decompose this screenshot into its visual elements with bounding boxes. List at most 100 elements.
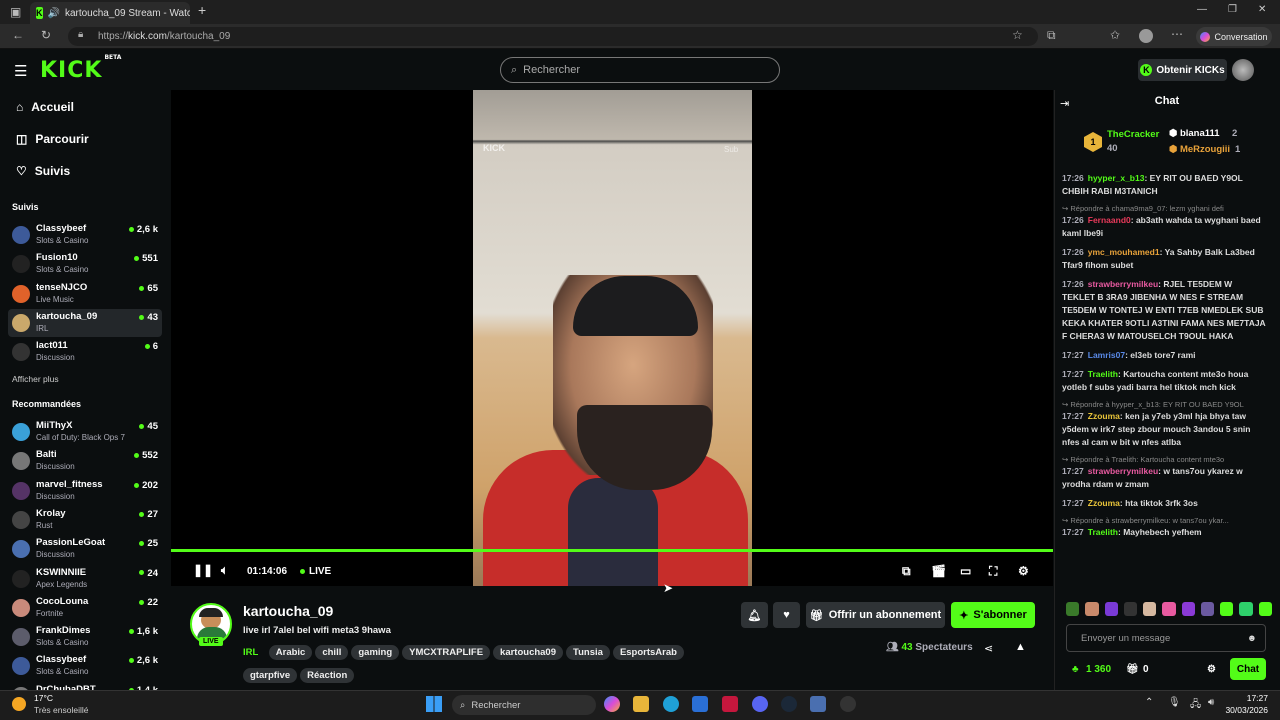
favorite-icon[interactable]: ☆ <box>1012 28 1023 42</box>
chat-send-button[interactable]: Chat <box>1230 658 1266 680</box>
notification-button[interactable]: 🔔︎ <box>741 602 768 628</box>
stream-tag[interactable]: Réaction <box>300 668 355 683</box>
theater-mode-icon[interactable]: ▭ <box>960 564 971 578</box>
speaker-icon[interactable]: 🔊 <box>48 8 60 19</box>
microphone-icon[interactable]: 🎙︎ <box>1168 697 1181 708</box>
nav-following[interactable]: ♡ Suivis <box>16 164 70 178</box>
leaderboard-second[interactable]: ⬢ blana111 <box>1169 128 1220 139</box>
file-explorer-icon[interactable] <box>633 696 649 712</box>
more-menu-icon[interactable]: ⋯ <box>1171 27 1183 41</box>
new-tab-button[interactable]: + <box>198 2 206 18</box>
emote-icon[interactable] <box>1239 602 1253 616</box>
weather-temp[interactable]: 17°C <box>34 693 53 703</box>
emote-icon[interactable] <box>1200 602 1215 616</box>
get-kicks-button[interactable]: K Obtenir KICKs <box>1138 59 1227 81</box>
show-more-link[interactable]: Afficher plus <box>12 374 59 384</box>
minimize-icon[interactable]: — <box>1197 4 1207 15</box>
maximize-icon[interactable]: ❐ <box>1228 4 1237 15</box>
stream-tag[interactable]: EsportsArab <box>612 645 684 660</box>
leaderboard-first-name[interactable]: TheCracker <box>1107 129 1159 140</box>
edge-browser-icon[interactable] <box>663 696 679 712</box>
sidebar-channel[interactable]: Krolay Rust 27 <box>8 506 162 534</box>
chat-username[interactable]: Lamris07 <box>1088 350 1125 360</box>
emote-icon[interactable] <box>1258 602 1272 616</box>
search-input[interactable]: ⌕ Rechercher <box>500 57 780 83</box>
volume-icon[interactable]: 🔈︎ <box>221 563 228 578</box>
app-taskbar-icon[interactable] <box>840 696 856 712</box>
chat-username[interactable]: hyyper_x_b13 <box>1088 173 1145 183</box>
stream-tag[interactable]: YMCXTRAPLIFE <box>402 645 491 660</box>
chat-settings-icon[interactable]: ⚙ <box>1207 664 1216 675</box>
chat-username[interactable]: Zzouma <box>1088 411 1120 421</box>
weather-desc[interactable]: Très ensoleillé <box>34 705 89 715</box>
kick-logo[interactable]: KICKBETA <box>40 54 121 83</box>
stream-tag[interactable]: Tunsia <box>566 645 610 660</box>
browser-tab[interactable]: K 🔊 kartoucha_09 Stream - Watch ✕ <box>30 2 190 24</box>
subscribe-button[interactable]: ✦ S'abonner <box>951 602 1035 628</box>
adobe-icon[interactable] <box>722 696 738 712</box>
discord-icon[interactable] <box>752 696 768 712</box>
back-icon[interactable]: ← <box>12 28 24 42</box>
hamburger-menu-icon[interactable]: ☰ <box>14 62 27 80</box>
windows-start-icon[interactable] <box>426 696 442 712</box>
stream-tag[interactable]: gaming <box>351 645 400 660</box>
pause-icon[interactable]: ❚❚ <box>193 563 213 577</box>
sidebar-channel[interactable]: Fusion10 Slots & Casino 551 <box>8 250 162 278</box>
emote-icon[interactable] <box>1123 602 1138 616</box>
site-info-icon[interactable]: 🔒︎ <box>78 29 83 40</box>
report-warning-icon[interactable]: ▲ <box>1015 641 1026 653</box>
gift-counter-icon[interactable]: 🎁︎ <box>1126 664 1139 675</box>
copilot-conversation-button[interactable]: Conversation <box>1196 27 1272 46</box>
sidebar-channel[interactable]: CocoLouna Fortnite 22 <box>8 594 162 622</box>
sidebar-channel[interactable]: Balti Discussion 552 <box>8 447 162 475</box>
stream-tag[interactable]: chill <box>315 645 349 660</box>
kick-points-icon[interactable]: ♣ <box>1072 664 1079 675</box>
url-field[interactable]: https://kick.com/kartoucha_09 <box>68 27 1038 46</box>
copilot-taskbar-icon[interactable] <box>604 696 620 712</box>
sidebar-channel[interactable]: Classybeef Slots & Casino 2,6 k <box>8 221 162 249</box>
stream-tag[interactable]: gtarpfive <box>243 668 298 683</box>
emote-icon[interactable] <box>1104 602 1118 616</box>
window-menu-icon[interactable]: ▣ <box>10 5 21 19</box>
close-window-icon[interactable]: ✕ <box>1258 4 1266 15</box>
gift-subscription-button[interactable]: 🎁︎ Offrir un abonnement <box>806 602 945 628</box>
chat-username[interactable]: ymc_mouhamed1 <box>1088 247 1160 257</box>
sidebar-channel[interactable]: FrankDimes Slots & Casino 1,6 k <box>8 623 162 651</box>
chat-username[interactable]: Traelith <box>1088 527 1118 537</box>
follow-heart-button[interactable]: ♥ <box>773 602 800 628</box>
chat-username[interactable]: strawberrymilkeu <box>1088 466 1158 476</box>
chat-message-input[interactable]: Envoyer un message ☻ <box>1066 624 1266 652</box>
emote-icon[interactable] <box>1181 602 1195 616</box>
clock-date[interactable]: 30/03/2026 <box>1222 705 1268 715</box>
stream-tag[interactable]: kartoucha09 <box>493 645 564 660</box>
store-icon[interactable] <box>692 696 708 712</box>
chat-username[interactable]: Traelith <box>1088 369 1118 379</box>
nav-browse[interactable]: ◫ Parcourir <box>16 132 89 146</box>
miniplayer-icon[interactable]: ⧉ <box>902 564 911 579</box>
refresh-icon[interactable]: ↻ <box>41 28 51 42</box>
leaderboard-third[interactable]: ⬢ MeRzougiii <box>1169 144 1230 155</box>
chat-username[interactable]: strawberrymilkeu <box>1088 279 1158 289</box>
network-icon[interactable]: 🖧︎ <box>1190 697 1201 714</box>
taskbar-search[interactable]: ⌕ Rechercher <box>452 695 596 715</box>
nav-home[interactable]: ⌂ Accueil <box>16 100 74 114</box>
sidebar-channel[interactable]: marvel_fitness Discussion 202 <box>8 477 162 505</box>
emote-icon[interactable] <box>1085 602 1099 616</box>
category-link[interactable]: IRL <box>243 647 258 658</box>
share-icon[interactable]: ⋖ <box>984 642 993 655</box>
emote-icon[interactable] <box>1143 602 1157 616</box>
sidebar-channel[interactable]: Classybeef Slots & Casino 2,6 k <box>8 652 162 680</box>
clock-time[interactable]: 17:27 <box>1222 693 1268 703</box>
settings-gear-icon[interactable]: ⚙ <box>1018 564 1029 578</box>
weather-sun-icon[interactable] <box>12 697 26 711</box>
emoji-picker-icon[interactable]: ☻ <box>1247 633 1257 644</box>
sidebar-channel[interactable]: kartoucha_09 IRL 43 <box>8 308 162 337</box>
clip-icon[interactable]: 🎬︎ <box>931 564 946 578</box>
emote-icon[interactable] <box>1162 602 1176 616</box>
sidebar-channel[interactable]: MiiThyX Call of Duty: Black Ops 7 45 <box>8 418 162 446</box>
sidebar-channel[interactable]: tenseNJCO Live Music 65 <box>8 280 162 308</box>
chat-username[interactable]: Zzouma <box>1088 498 1120 508</box>
volume-tray-icon[interactable]: 🔊︎ <box>1208 697 1214 708</box>
emote-icon[interactable] <box>1066 602 1080 616</box>
sidebar-channel[interactable]: lact011 Discussion 6 <box>8 338 162 366</box>
